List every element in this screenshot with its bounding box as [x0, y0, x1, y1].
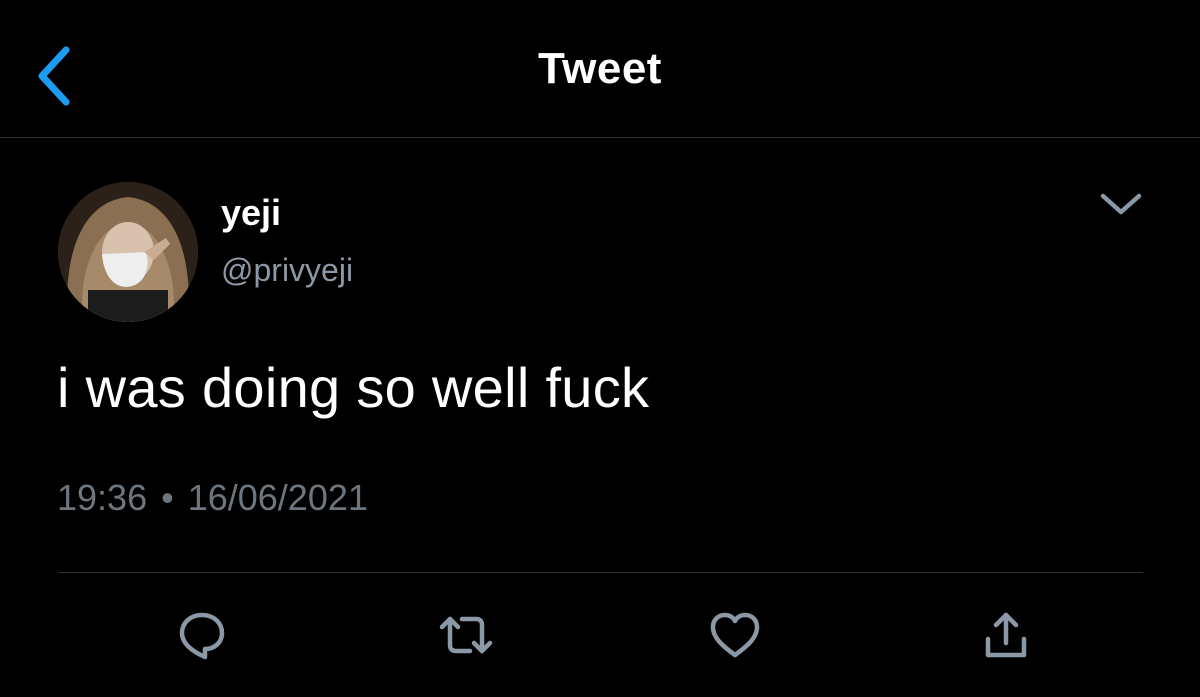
retweet-button[interactable] — [436, 605, 496, 665]
tweet-timestamp: 19:36 • 16/06/2021 — [57, 477, 368, 519]
more-options-button[interactable] — [1097, 184, 1145, 224]
tweet-date: 16/06/2021 — [187, 477, 368, 518]
like-button[interactable] — [705, 605, 765, 665]
meta-separator: • — [161, 477, 174, 518]
avatar[interactable] — [58, 182, 198, 322]
author-handle[interactable]: @privyeji — [221, 252, 353, 289]
retweet-icon — [439, 616, 493, 654]
page-title: Tweet — [538, 44, 662, 93]
author-display-name[interactable]: yeji — [221, 192, 281, 234]
heart-icon — [710, 612, 760, 658]
tweet-time: 19:36 — [57, 477, 148, 518]
share-button[interactable] — [976, 605, 1036, 665]
chevron-down-icon — [1100, 193, 1142, 215]
divider — [58, 572, 1143, 573]
tweet-text: i was doing so well fuck — [57, 356, 650, 419]
top-bar: Tweet — [0, 0, 1200, 138]
comment-icon — [179, 612, 225, 660]
profile-photo — [58, 182, 198, 322]
share-icon — [985, 612, 1027, 658]
reply-button[interactable] — [172, 605, 232, 665]
